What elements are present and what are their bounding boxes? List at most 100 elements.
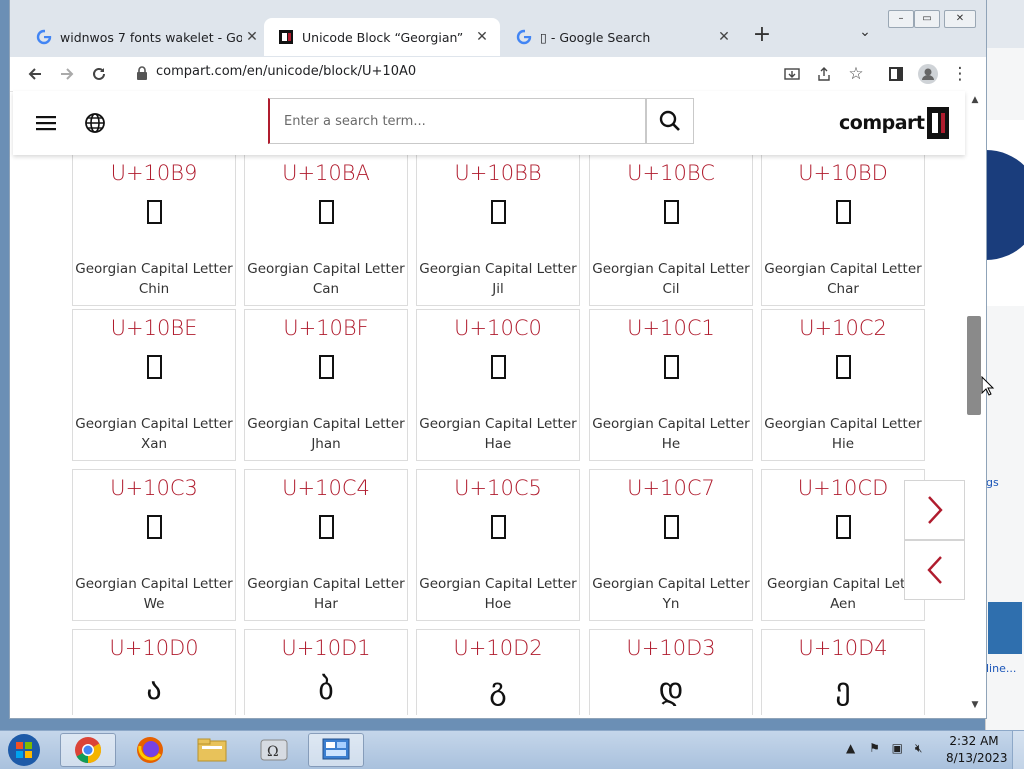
code-point-label: U+10C1	[627, 316, 715, 340]
character-name: Georgian Capital Letter Cil	[592, 261, 750, 297]
volume-muted-icon[interactable]: 🔇︎	[915, 741, 923, 755]
search-button[interactable]	[646, 98, 694, 144]
missing-glyph-box-icon	[590, 197, 752, 232]
taskbar-firefox[interactable]	[122, 733, 178, 767]
character-name: Georgian Capital Letter Hoe	[419, 576, 577, 612]
windows-taskbar: Ω ▲ ⚑ ▣ 🔇︎ 2:32 AM 8/13/2023	[0, 730, 1024, 769]
side-panel-icon[interactable]	[884, 62, 908, 86]
character-name: Georgian Capital Letter Jhan	[247, 416, 405, 452]
previous-page-button[interactable]	[904, 540, 965, 600]
show-hidden-icons-icon[interactable]: ▲	[846, 741, 855, 755]
character-grid: U+10B9 Georgian Capital Letter Chin U+10BA G…	[13, 155, 965, 715]
character-card[interactable]: U+10C5 Georgian Capital Letter Hoe	[416, 469, 580, 621]
next-page-button[interactable]	[904, 480, 965, 540]
character-card[interactable]: U+10BE Georgian Capital Letter Xan	[72, 309, 236, 461]
character-card[interactable]: U+10D3 დ	[589, 629, 753, 715]
character-card[interactable]: U+10BA Georgian Capital Letter Can	[244, 155, 408, 306]
character-card[interactable]: U+10C0 Georgian Capital Letter Hae	[416, 309, 580, 461]
profile-avatar-icon[interactable]	[916, 62, 940, 86]
character-name: Georgian Capital Letter We	[75, 576, 233, 612]
tab-google-search-box[interactable]: ▯ - Google Search ✕	[502, 18, 742, 56]
browser-window: widnwos 7 fonts wakelet - Googl ✕ Unicod…	[10, 0, 986, 718]
back-arrow-icon[interactable]	[23, 62, 47, 86]
lock-icon[interactable]	[136, 66, 148, 80]
scrollbar-thumb[interactable]	[967, 316, 981, 415]
maximize-icon[interactable]: ▭	[914, 10, 940, 28]
taskbar-control-panel[interactable]	[308, 733, 364, 767]
address-bar-url[interactable]: compart.com/en/unicode/block/U+10A0	[156, 64, 416, 79]
taskbar-chrome[interactable]	[60, 733, 116, 767]
character-card[interactable]: U+10C3 Georgian Capital Letter We	[72, 469, 236, 621]
scroll-up-arrow-icon[interactable]: ▲	[969, 95, 981, 107]
code-point-label: U+10C3	[110, 476, 198, 500]
missing-glyph-box-icon	[245, 352, 407, 387]
tab-google-search-fonts[interactable]: widnwos 7 fonts wakelet - Googl ✕	[22, 18, 270, 56]
code-point-label: U+10BC	[627, 161, 715, 185]
reload-icon[interactable]	[87, 62, 111, 86]
code-point-label: U+10C5	[454, 476, 542, 500]
character-card[interactable]: U+10C4 Georgian Capital Letter Har	[244, 469, 408, 621]
character-name: Georgian Capital Letter Xan	[75, 416, 233, 452]
taskbar-file-explorer[interactable]	[184, 733, 240, 767]
tab-unicode-georgian[interactable]: Unicode Block “Georgian” ✕	[264, 18, 500, 56]
network-icon[interactable]: ▣	[892, 741, 903, 755]
character-card[interactable]: U+10D4 ე	[761, 629, 925, 715]
site-search-input[interactable]	[268, 98, 646, 144]
taskbar-character-map[interactable]: Ω	[246, 733, 302, 767]
bookmark-star-icon[interactable]: ☆	[844, 62, 868, 86]
character-card[interactable]: U+10BC Georgian Capital Letter Cil	[589, 155, 753, 306]
side-link-text-2[interactable]: line...	[986, 662, 1016, 675]
character-card[interactable]: U+10BD Georgian Capital Letter Char	[761, 155, 925, 306]
clock-date: 8/13/2023	[946, 751, 1008, 765]
tab-title: widnwos 7 fonts wakelet - Googl	[60, 29, 242, 45]
character-name: Georgian Capital Letter Can	[247, 261, 405, 297]
minimize-icon[interactable]: –	[888, 10, 914, 28]
globe-language-icon[interactable]	[84, 112, 106, 134]
character-card[interactable]: U+10C2 Georgian Capital Letter Hie	[761, 309, 925, 461]
google-g-icon	[36, 29, 52, 45]
missing-glyph-box-icon	[762, 197, 924, 232]
missing-glyph-box-icon	[245, 197, 407, 232]
character-glyph: ე	[835, 672, 851, 707]
character-card[interactable]: U+10D1 ბ	[244, 629, 408, 715]
compart-logo[interactable]: compart	[839, 107, 949, 139]
character-card[interactable]: U+10BB Georgian Capital Letter Jil	[416, 155, 580, 306]
close-icon[interactable]: ✕	[714, 29, 734, 45]
character-glyph: გ	[489, 672, 507, 707]
character-card[interactable]: U+10CD Georgian Capital Lette Aen	[761, 469, 925, 621]
show-desktop-button[interactable]	[1012, 731, 1024, 769]
character-card[interactable]: U+10D0 ა	[72, 629, 236, 715]
share-icon[interactable]	[812, 62, 836, 86]
character-card[interactable]: U+10B9 Georgian Capital Letter Chin	[72, 155, 236, 306]
character-card[interactable]: U+10D2 გ	[416, 629, 580, 715]
side-link-text[interactable]: gs	[986, 476, 999, 489]
code-point-label: U+10BA	[282, 161, 370, 185]
action-center-flag-icon[interactable]: ⚑	[869, 741, 880, 755]
character-name: Georgian Capital Letter Har	[247, 576, 405, 612]
scroll-down-arrow-icon[interactable]: ▼	[969, 700, 981, 712]
code-point-label: U+10C2	[799, 316, 887, 340]
close-icon[interactable]: ✕	[472, 29, 492, 45]
install-app-icon[interactable]	[780, 62, 804, 86]
search-icon	[659, 110, 680, 131]
desktop-background-window: gs line...	[985, 0, 1024, 730]
code-point-label: U+10BB	[454, 161, 542, 185]
close-window-icon[interactable]: ✕	[944, 10, 976, 28]
new-tab-plus-icon[interactable]: +	[750, 24, 774, 48]
character-name: Georgian Capital Letter Chin	[75, 261, 233, 297]
code-point-label: U+10D2	[453, 636, 543, 660]
taskbar-clock[interactable]: 2:32 AM 8/13/2023	[946, 733, 1008, 767]
close-icon[interactable]: ✕	[242, 29, 262, 45]
hamburger-menu-icon[interactable]	[35, 113, 57, 133]
forward-arrow-icon[interactable]	[55, 62, 79, 86]
character-card[interactable]: U+10BF Georgian Capital Letter Jhan	[244, 309, 408, 461]
character-card[interactable]: U+10C7 Georgian Capital Letter Yn	[589, 469, 753, 621]
character-card[interactable]: U+10C1 Georgian Capital Letter He	[589, 309, 753, 461]
more-menu-icon[interactable]: ⋮	[948, 62, 972, 86]
start-button[interactable]	[2, 733, 46, 767]
compart-logo-icon	[279, 30, 293, 44]
globe-graphic-icon	[986, 150, 1024, 260]
tab-search-chevron-icon[interactable]: ⌄	[853, 24, 877, 48]
character-glyph: ბ	[318, 672, 334, 707]
windows-start-icon	[8, 734, 40, 766]
